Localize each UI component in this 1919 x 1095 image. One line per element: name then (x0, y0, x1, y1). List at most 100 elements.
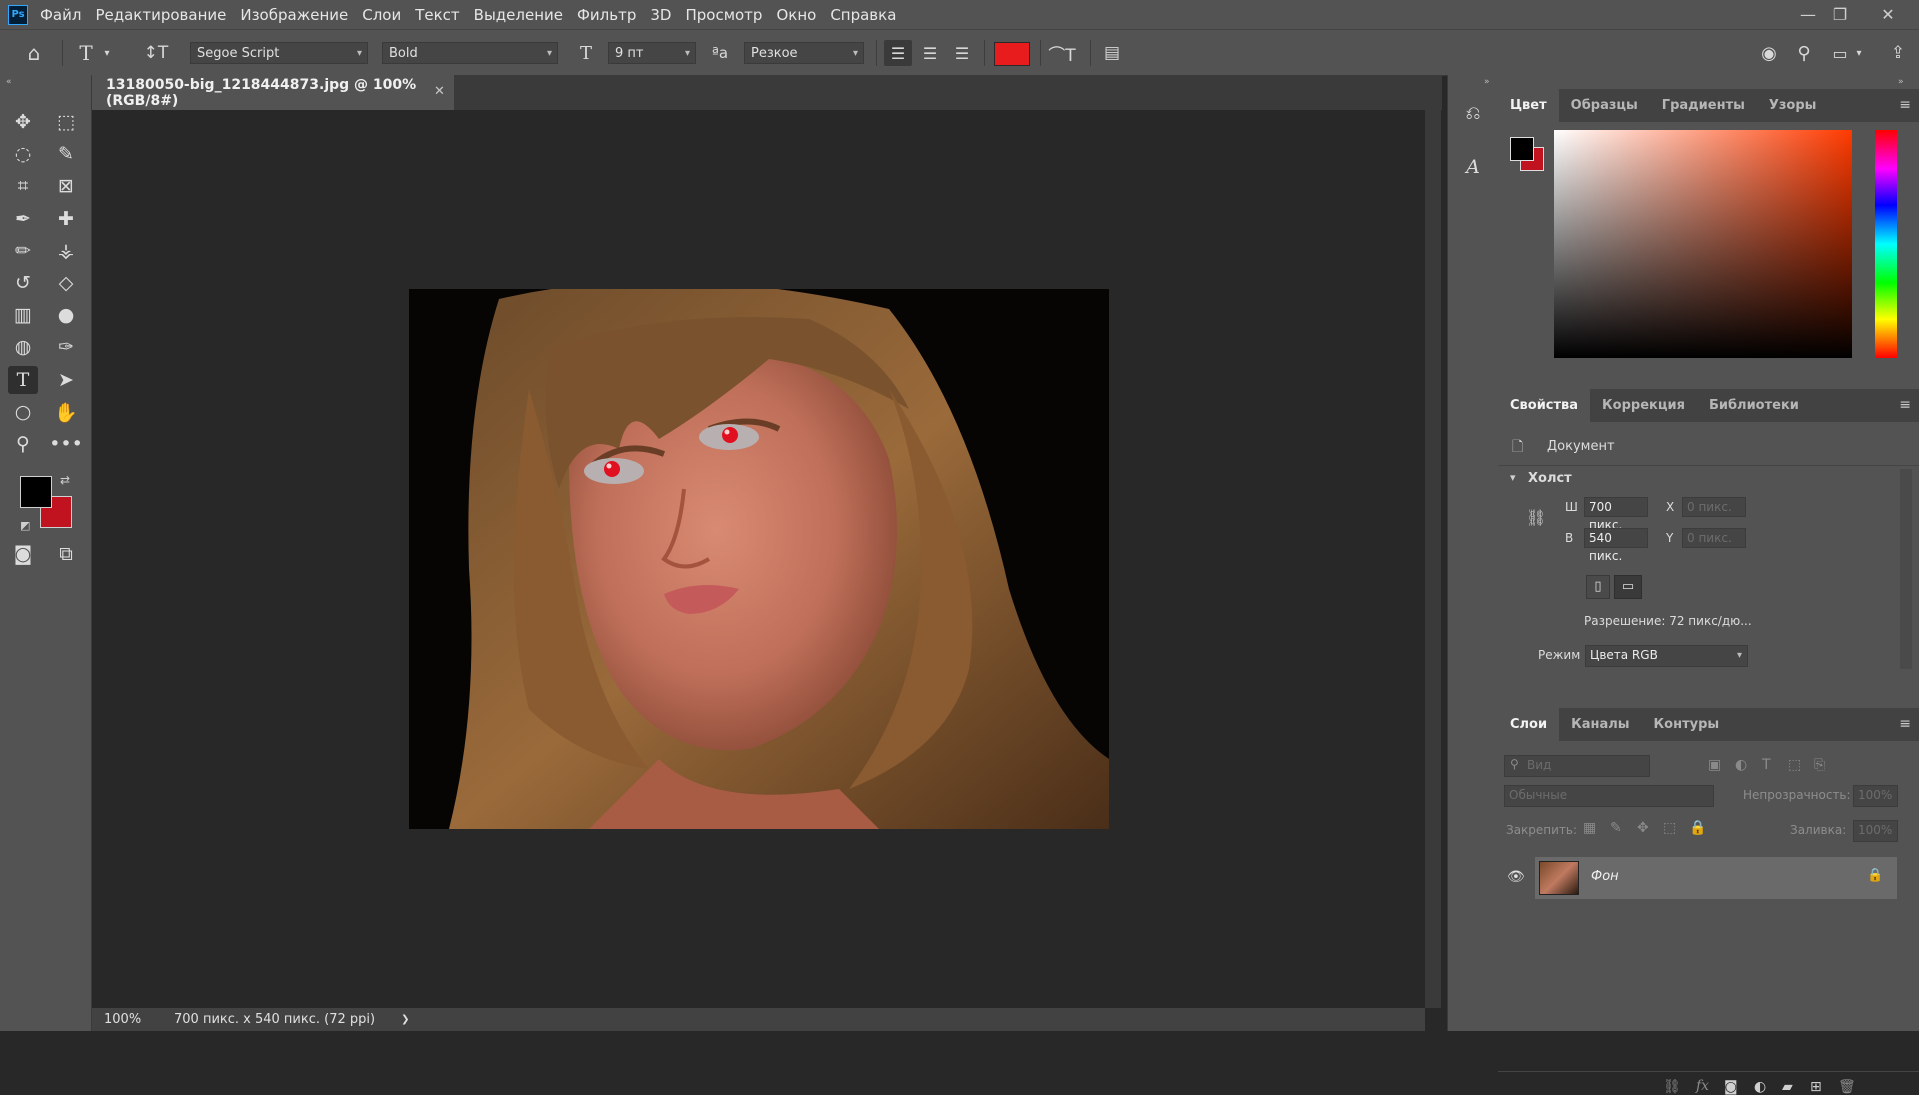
lock-artboard-icon[interactable]: ⬚ (1663, 820, 1676, 836)
width-field[interactable]: 700 пикс. (1584, 497, 1648, 532)
search-icon[interactable]: ⚲ (1790, 40, 1818, 66)
restore-button[interactable]: ❐ (1820, 0, 1860, 29)
menu-image[interactable]: Изображение (240, 6, 348, 24)
eraser-tool-icon[interactable]: ◇ (51, 269, 81, 297)
marquee-tool-icon[interactable]: ⬚ (51, 108, 81, 136)
menu-help[interactable]: Справка (830, 6, 896, 24)
hue-slider[interactable] (1875, 130, 1897, 358)
height-field[interactable]: 540 пикс. (1584, 528, 1648, 563)
collapse-icon[interactable]: « (6, 77, 12, 87)
font-size-select[interactable]: 9 пт ▾ (608, 42, 696, 64)
link-dimensions-icon[interactable]: ⛓ (1526, 508, 1546, 527)
antialias-select[interactable]: Резкое ▾ (744, 42, 864, 64)
menu-type[interactable]: Текст (415, 6, 459, 24)
learn-icon[interactable]: ◉ (1755, 40, 1783, 66)
zoom-level[interactable]: 100% (104, 1012, 162, 1027)
healing-brush-tool-icon[interactable]: ✚ (51, 205, 81, 233)
document-tab[interactable]: 13180050-big_1218444873.jpg @ 100% (RGB/… (92, 75, 454, 110)
filter-shape-icon[interactable]: ⬚ (1788, 757, 1801, 773)
tab-adjustments[interactable]: Коррекция (1590, 389, 1697, 422)
clone-stamp-tool-icon[interactable]: ⚶ (51, 237, 81, 265)
menu-window[interactable]: Окно (776, 6, 816, 24)
dodge-tool-icon[interactable]: ◍ (8, 333, 38, 361)
tab-libraries[interactable]: Библиотеки (1697, 389, 1811, 422)
swap-colors-icon[interactable]: ⇄ (60, 473, 70, 487)
close-button[interactable]: ✕ (1868, 0, 1908, 29)
blend-mode-select[interactable]: Обычные (1504, 785, 1714, 807)
filter-smart-object-icon[interactable]: ⎘ (1814, 757, 1825, 773)
new-layer-icon[interactable]: ⊞ (1810, 1079, 1822, 1095)
close-tab-icon[interactable]: ✕ (434, 84, 445, 99)
document-image[interactable] (409, 289, 1109, 829)
home-icon[interactable]: ⌂ (20, 40, 48, 66)
text-orientation-icon[interactable]: ↕T (142, 40, 170, 66)
adjustment-layer-icon[interactable]: ◐ (1754, 1079, 1766, 1095)
collapse-icon[interactable]: » (1484, 77, 1490, 87)
opacity-field[interactable]: 100% (1853, 785, 1898, 807)
frame-tool-icon[interactable]: ⊠ (51, 172, 81, 200)
tab-paths[interactable]: Контуры (1642, 708, 1732, 741)
chevron-down-icon[interactable]: ▾ (100, 40, 114, 66)
glyphs-panel-icon[interactable]: A (1458, 153, 1488, 181)
lasso-tool-icon[interactable]: ◌ (8, 140, 38, 168)
fx-icon[interactable]: fx (1696, 1078, 1709, 1094)
chevron-down-icon[interactable]: ▾ (1852, 40, 1866, 66)
more-tools-icon[interactable]: ••• (49, 430, 83, 458)
layer-filter-input[interactable]: Вид (1504, 755, 1650, 777)
tab-properties[interactable]: Свойства (1498, 389, 1591, 422)
delete-layer-icon[interactable]: 🗑 (1838, 1079, 1856, 1095)
path-selection-tool-icon[interactable]: ➤ (51, 366, 81, 394)
status-menu-icon[interactable]: ❯ (401, 1014, 409, 1025)
fill-field[interactable]: 100% (1853, 820, 1898, 842)
font-style-select[interactable]: Bold ▾ (382, 42, 558, 64)
layer-row[interactable]: 👁 Фон 🔒 (1507, 857, 1897, 899)
canvas-scrollbar[interactable] (1425, 110, 1441, 1008)
mode-select[interactable]: Цвета RGB ▾ (1585, 645, 1748, 667)
filter-pixel-icon[interactable]: ▣ (1708, 757, 1721, 773)
history-brush-tool-icon[interactable]: ↺ (8, 269, 38, 297)
type-tool-icon[interactable]: T (8, 366, 38, 394)
eyedropper-tool-icon[interactable]: ✒ (8, 205, 38, 233)
brush-tool-icon[interactable]: ✏ (8, 237, 38, 265)
lock-image-icon[interactable]: ✎ (1610, 820, 1622, 836)
chevron-down-icon[interactable]: ▾ (1510, 471, 1516, 484)
lock-all-icon[interactable]: 🔒 (1689, 820, 1706, 836)
share-icon[interactable]: ⇪ (1884, 40, 1912, 66)
tab-color[interactable]: Цвет (1498, 89, 1559, 122)
hand-tool-icon[interactable]: ✋ (51, 398, 81, 426)
x-field[interactable]: 0 пикс. (1682, 497, 1746, 517)
menu-view[interactable]: Просмотр (685, 6, 762, 24)
menu-select[interactable]: Выделение (474, 6, 563, 24)
pen-tool-icon[interactable]: ✑ (51, 333, 81, 361)
type-tool-preset-icon[interactable]: T (72, 40, 100, 66)
tab-swatches[interactable]: Образцы (1559, 89, 1650, 122)
crop-tool-icon[interactable]: ⌗ (8, 172, 38, 200)
collapse-icon[interactable]: » (1898, 77, 1904, 87)
blur-tool-icon[interactable]: ● (51, 301, 81, 329)
tab-patterns[interactable]: Узоры (1757, 89, 1829, 122)
color-panel-foreground-swatch[interactable] (1510, 137, 1534, 161)
properties-scrollbar[interactable] (1900, 469, 1912, 669)
filter-adjustment-icon[interactable]: ◐ (1735, 757, 1747, 773)
panel-menu-icon[interactable]: ≡ (1899, 716, 1911, 732)
warp-text-icon[interactable]: ⌒T (1048, 40, 1076, 66)
add-mask-icon[interactable]: ◙ (1724, 1079, 1738, 1095)
filter-type-icon[interactable]: T (1762, 757, 1771, 773)
landscape-orientation-icon[interactable]: ▭ (1614, 575, 1642, 599)
zoom-tool-icon[interactable]: ⚲ (8, 430, 38, 458)
panel-menu-icon[interactable]: ≡ (1899, 397, 1911, 413)
align-right-icon[interactable]: ☰ (948, 40, 976, 66)
quick-selection-tool-icon[interactable]: ✎ (51, 140, 81, 168)
history-panel-icon[interactable]: ⎌ (1458, 99, 1488, 127)
lock-transparent-icon[interactable]: ▦ (1583, 820, 1596, 836)
lock-position-icon[interactable]: ✥ (1637, 820, 1649, 836)
color-picker-field[interactable] (1554, 130, 1852, 358)
tab-channels[interactable]: Каналы (1559, 708, 1641, 741)
gradient-tool-icon[interactable]: ▥ (8, 301, 38, 329)
align-left-icon[interactable]: ☰ (884, 40, 912, 66)
screen-mode-icon[interactable]: ⧉ (51, 540, 81, 568)
layer-name[interactable]: Фон (1591, 869, 1619, 884)
link-layers-icon[interactable]: ⛓ (1663, 1079, 1681, 1095)
default-colors-icon[interactable]: ◩ (20, 519, 30, 532)
align-center-icon[interactable]: ☰ (916, 40, 944, 66)
